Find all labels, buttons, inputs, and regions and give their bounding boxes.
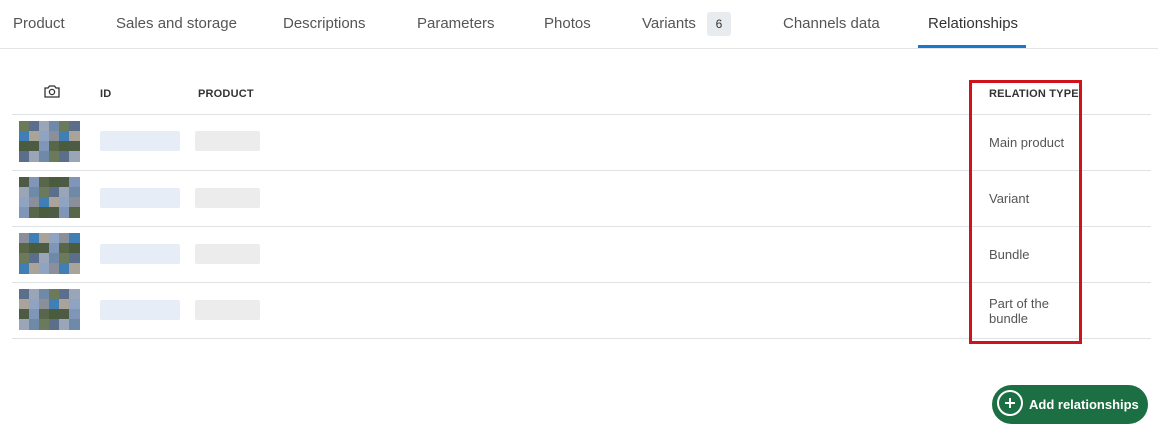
tab-channels-data[interactable]: Channels data: [783, 0, 880, 48]
tab-sales-and-storage[interactable]: Sales and storage: [116, 0, 237, 48]
tab-bar: Product Sales and storage Descriptions P…: [0, 0, 1158, 49]
redacted-id: [100, 131, 180, 151]
product-thumbnail: [19, 233, 80, 275]
tab-parameters[interactable]: Parameters: [417, 0, 495, 48]
redacted-product: [195, 244, 260, 264]
redacted-product: [195, 188, 260, 208]
tab-relationships[interactable]: Relationships: [928, 0, 1018, 48]
redacted-product: [195, 131, 260, 151]
relation-type-highlight-box: [969, 80, 1082, 344]
column-header-id: ID: [100, 88, 112, 100]
product-thumbnail: [19, 177, 80, 219]
plus-circle-icon: [997, 390, 1023, 416]
thumbnail-pixel: [69, 319, 80, 330]
redacted-id: [100, 300, 180, 320]
tab-photos[interactable]: Photos: [544, 0, 591, 48]
product-thumbnail: [19, 121, 80, 163]
camera-icon: [44, 85, 60, 98]
add-relationships-label: Add relationships: [1029, 397, 1139, 412]
redacted-product: [195, 300, 260, 320]
tab-descriptions[interactable]: Descriptions: [283, 0, 366, 48]
tab-product[interactable]: Product: [13, 0, 65, 48]
thumbnail-pixel: [69, 263, 80, 274]
redacted-id: [100, 244, 180, 264]
add-relationships-button[interactable]: Add relationships: [992, 385, 1148, 424]
thumbnail-pixel: [69, 207, 80, 218]
product-thumbnail: [19, 289, 80, 331]
redacted-id: [100, 188, 180, 208]
variants-count-badge: 6: [707, 12, 731, 36]
thumbnail-pixel: [69, 151, 80, 162]
tab-variants[interactable]: Variants: [642, 0, 696, 48]
active-tab-indicator: [918, 45, 1026, 48]
column-header-product: PRODUCT: [198, 88, 254, 100]
